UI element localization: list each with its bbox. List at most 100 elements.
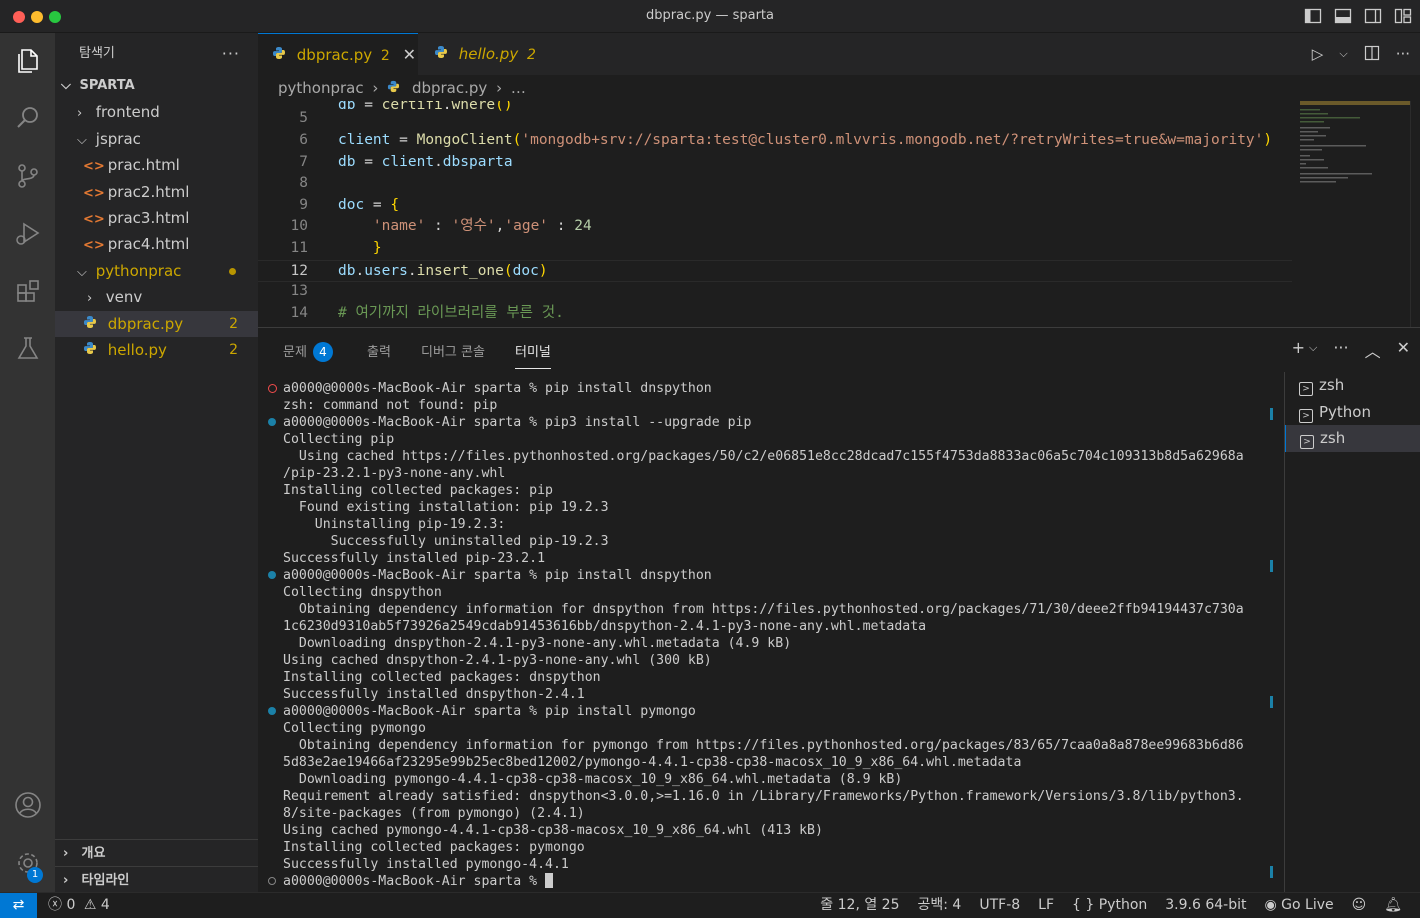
problems-summary[interactable]: ⓧ 0 ⚠ 4 bbox=[48, 893, 110, 918]
tree-item-label: frontend bbox=[95, 103, 160, 122]
notifications-bell-icon[interactable]: 🔔︎ bbox=[1384, 893, 1402, 918]
accounts-icon[interactable] bbox=[0, 781, 55, 829]
tree-item-prac-html[interactable]: <> prac.html bbox=[55, 152, 258, 178]
tree-item-pythonprac[interactable]: ⌵ pythonprac bbox=[55, 258, 258, 284]
terminal-line: 8/site-packages (from pymongo) (2.4.1) bbox=[283, 806, 585, 821]
python-file-icon bbox=[387, 75, 407, 101]
breadcrumb-file[interactable]: dbprac.py bbox=[412, 79, 487, 97]
toggle-secondary-sidebar-icon[interactable] bbox=[1364, 7, 1382, 25]
tree-item-prac3-html[interactable]: <> prac3.html bbox=[55, 205, 258, 231]
terminal-cursor bbox=[545, 873, 554, 888]
minimap[interactable] bbox=[1298, 101, 1410, 327]
code-editor[interactable]: db = certifi.where() 5 6 client = MongoCl… bbox=[258, 101, 1292, 327]
tree-item-label: prac2.html bbox=[107, 182, 190, 201]
tab-problem-count: 2 bbox=[526, 47, 536, 63]
run-debug-icon[interactable] bbox=[0, 209, 55, 257]
terminal-line: Obtaining dependency information for pym… bbox=[283, 738, 1244, 753]
tree-item-prac2-html[interactable]: <> prac2.html bbox=[55, 179, 258, 205]
html-file-icon: <> bbox=[83, 238, 105, 254]
explorer-icon[interactable] bbox=[0, 37, 55, 85]
terminal-output[interactable]: a0000@0000s-MacBook-Air sparta % pip ins… bbox=[258, 378, 1284, 893]
terminal-line: Installing collected packages: dnspython bbox=[283, 670, 601, 685]
terminal-label: zsh bbox=[1320, 429, 1346, 448]
terminal-item-zsh-active[interactable]: > zsh bbox=[1285, 425, 1420, 452]
chevron-down-icon: ⌵ bbox=[77, 132, 87, 148]
chevron-right-icon: › bbox=[63, 846, 69, 861]
tree-item-prac4-html[interactable]: <> prac4.html bbox=[55, 231, 258, 257]
line-number: 6 bbox=[299, 132, 308, 148]
remote-window-icon[interactable]: ⇄ bbox=[0, 893, 37, 918]
run-python-file-icon[interactable]: ▷ bbox=[1312, 45, 1324, 65]
tab-problems[interactable]: 문제 4 bbox=[283, 341, 333, 362]
chevron-right-icon: › bbox=[372, 79, 379, 97]
html-file-icon: <> bbox=[83, 211, 105, 227]
line-number: 11 bbox=[290, 240, 308, 256]
toggle-primary-sidebar-icon[interactable] bbox=[1304, 7, 1322, 25]
maximize-panel-chevron-up-icon[interactable]: ︿ bbox=[1365, 338, 1381, 362]
line-number: 14 bbox=[290, 305, 308, 321]
tree-item-frontend[interactable]: › frontend bbox=[55, 99, 258, 125]
search-icon[interactable] bbox=[0, 94, 55, 142]
terminal-line: Successfully installed pip-23.2.1 bbox=[283, 551, 546, 566]
go-live-button[interactable]: ◉ Go Live bbox=[1264, 893, 1333, 918]
terminal-line: a0000@0000s-MacBook-Air sparta % pip3 in… bbox=[283, 415, 752, 430]
command-success-icon[interactable] bbox=[268, 707, 276, 715]
tab-hello-py[interactable]: hello.py 2 bbox=[420, 33, 562, 75]
encoding[interactable]: UTF-8 bbox=[979, 893, 1020, 918]
feedback-icon[interactable]: ☺ bbox=[1352, 893, 1367, 918]
line-number: 9 bbox=[299, 197, 308, 213]
terminal-line: Using cached pymongo-4.4.1-cp38-cp38-mac… bbox=[283, 823, 823, 838]
editor-scrollbar[interactable] bbox=[1410, 101, 1420, 327]
command-failed-icon[interactable] bbox=[268, 384, 277, 393]
indentation[interactable]: 공백: 4 bbox=[918, 893, 962, 918]
language-mode[interactable]: { } Python bbox=[1072, 893, 1147, 918]
run-menu-chevron-down-icon[interactable]: ⌵ bbox=[1339, 45, 1347, 65]
status-bar: ⇄ ⓧ 0 ⚠ 4 줄 12, 열 25 공백: 4 UTF-8 LF { } … bbox=[0, 892, 1420, 918]
panel-more-icon[interactable]: ··· bbox=[1333, 338, 1348, 362]
tab-terminal[interactable]: 터미널 bbox=[515, 341, 551, 369]
workspace-section[interactable]: ⌵ SPARTA bbox=[55, 73, 258, 99]
tree-item-jsprac[interactable]: ⌵ jsprac bbox=[55, 126, 258, 152]
testing-icon[interactable] bbox=[0, 324, 55, 372]
close-tab-button[interactable]: ✕ bbox=[403, 45, 416, 64]
manage-gear-icon[interactable]: 1 bbox=[0, 839, 55, 887]
toggle-panel-icon[interactable] bbox=[1334, 7, 1352, 25]
code-line: 7 db = client.dbsparta bbox=[258, 152, 1292, 174]
breadcrumb-more[interactable]: … bbox=[511, 79, 526, 97]
extensions-icon[interactable] bbox=[0, 267, 55, 315]
end-of-line[interactable]: LF bbox=[1038, 893, 1054, 918]
close-panel-icon[interactable]: ✕ bbox=[1397, 338, 1410, 362]
command-pending-icon[interactable] bbox=[268, 877, 276, 885]
new-terminal-plus-icon[interactable]: + bbox=[1292, 338, 1305, 362]
command-success-icon[interactable] bbox=[268, 418, 276, 426]
terminal-profiles-chevron-down-icon[interactable]: ⌵ bbox=[1309, 338, 1317, 362]
explorer-header: 탐색기 ··· bbox=[55, 33, 258, 73]
tree-item-venv[interactable]: › venv bbox=[55, 284, 258, 310]
chevron-right-icon: › bbox=[63, 873, 69, 888]
cursor-position[interactable]: 줄 12, 열 25 bbox=[820, 893, 899, 918]
terminal-item-python[interactable]: > Python bbox=[1285, 399, 1420, 426]
scrollbar-marker bbox=[1270, 696, 1273, 708]
line-number: 10 bbox=[290, 218, 308, 234]
terminal-line: Downloading dnspython-2.4.1-py3-none-any… bbox=[283, 636, 792, 651]
timeline-section[interactable]: › 타임라인 bbox=[55, 866, 258, 893]
source-control-icon[interactable] bbox=[0, 152, 55, 200]
tab-dbprac-py[interactable]: dbprac.py 2 ✕ bbox=[258, 33, 418, 75]
editor-more-icon[interactable]: ··· bbox=[1396, 45, 1410, 65]
error-count: 0 bbox=[66, 897, 76, 913]
python-interpreter[interactable]: 3.9.6 64-bit bbox=[1165, 893, 1246, 918]
scrollbar-marker bbox=[1270, 560, 1273, 572]
split-editor-icon[interactable] bbox=[1364, 45, 1380, 65]
tree-item-dbprac-py[interactable]: dbprac.py 2 bbox=[55, 310, 258, 337]
tree-item-hello-py[interactable]: hello.py 2 bbox=[55, 337, 258, 363]
warning-icon: ⚠ bbox=[83, 897, 97, 913]
outline-section[interactable]: › 개요 bbox=[55, 839, 258, 866]
breadcrumb-folder[interactable]: pythonprac bbox=[278, 79, 364, 97]
terminal-item-zsh[interactable]: > zsh bbox=[1285, 372, 1420, 399]
title-bar: dbprac.py — sparta bbox=[0, 0, 1420, 33]
customize-layout-icon[interactable] bbox=[1394, 7, 1412, 25]
explorer-more-button[interactable]: ··· bbox=[222, 33, 240, 75]
tab-debug-console[interactable]: 디버그 콘솔 bbox=[421, 341, 485, 360]
tab-output[interactable]: 출력 bbox=[367, 341, 391, 360]
command-success-icon[interactable] bbox=[268, 571, 276, 579]
